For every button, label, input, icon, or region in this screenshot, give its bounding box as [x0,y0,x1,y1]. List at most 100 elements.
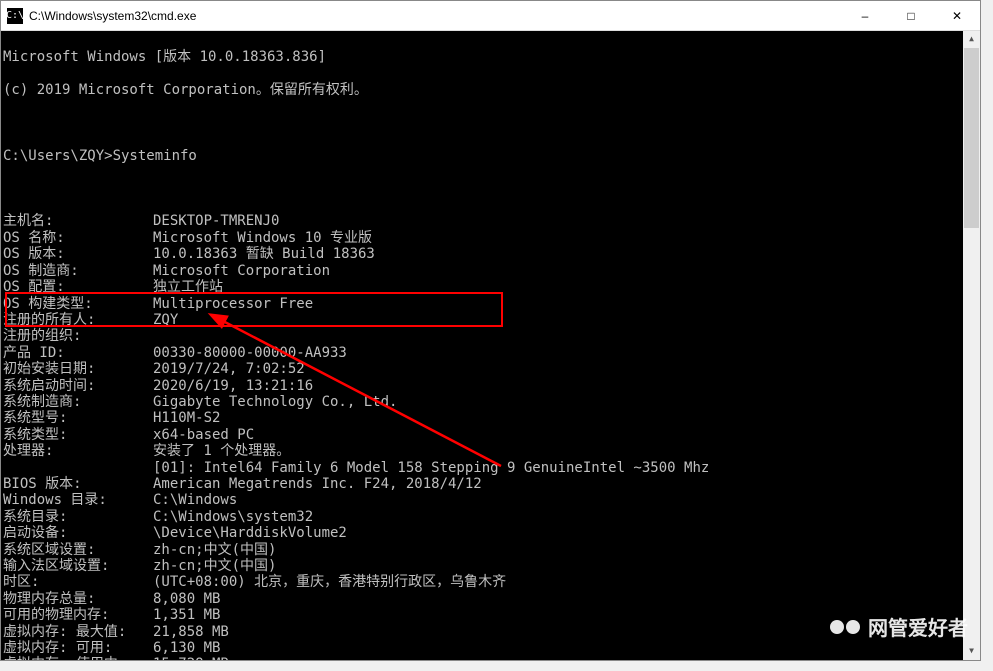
info-label: 注册的所有人: [3,312,153,328]
info-row: OS 构建类型:Multiprocessor Free [3,296,980,312]
info-value: zh-cn;中文(中国) [153,558,276,574]
info-label: 系统启动时间: [3,378,153,394]
window-title: C:\Windows\system32\cmd.exe [29,9,842,23]
info-label: 产品 ID: [3,345,153,361]
info-row: 系统启动时间:2020/6/19, 13:21:16 [3,378,980,394]
cmd-window: C:\ C:\Windows\system32\cmd.exe ‒ □ ✕ Mi… [0,0,981,661]
info-value: Microsoft Corporation [153,263,330,279]
info-value: Gigabyte Technology Co., Ltd. [153,394,397,410]
info-label: 虚拟内存: 可用: [3,640,153,656]
info-row: 物理内存总量:8,080 MB [3,591,980,607]
info-value: [01]: Intel64 Family 6 Model 158 Steppin… [153,460,709,476]
info-value: (UTC+08:00) 北京，重庆，香港特别行政区，乌鲁木齐 [153,574,506,590]
info-row: 输入法区域设置:zh-cn;中文(中国) [3,558,980,574]
info-label: OS 制造商: [3,263,153,279]
info-label: 注册的组织: [3,328,153,344]
info-row: 系统型号:H110M-S2 [3,410,980,426]
info-row: [01]: Intel64 Family 6 Model 158 Steppin… [3,460,980,476]
info-row: 产品 ID:00330-80000-00000-AA933 [3,345,980,361]
info-value: 2019/7/24, 7:02:52 [153,361,305,377]
info-value: ZQY [153,312,178,328]
info-value: American Megatrends Inc. F24, 2018/4/12 [153,476,482,492]
info-value: Multiprocessor Free [153,296,313,312]
info-label: 虚拟内存: 使用中: [3,656,153,660]
info-label: 系统制造商: [3,394,153,410]
info-label: 输入法区域设置: [3,558,153,574]
info-value: 6,130 MB [153,640,220,656]
info-value: zh-cn;中文(中国) [153,542,276,558]
prompt-command: Systeminfo [113,148,197,164]
info-label: OS 版本: [3,246,153,262]
info-label: 主机名: [3,213,153,229]
info-value: \Device\HarddiskVolume2 [153,525,347,541]
info-row: 虚拟内存: 可用:6,130 MB [3,640,980,656]
info-label: 系统区域设置: [3,542,153,558]
info-row: OS 版本:10.0.18363 暂缺 Build 18363 [3,246,980,262]
info-row: 系统制造商:Gigabyte Technology Co., Ltd. [3,394,980,410]
info-row: 虚拟内存: 使用中:15,728 MB [3,656,980,660]
window-controls: ‒ □ ✕ [842,1,980,30]
info-label: BIOS 版本: [3,476,153,492]
info-row: 注册的组织: [3,328,980,344]
watermark-text: 网管爱好者 [868,621,968,637]
info-row: OS 名称:Microsoft Windows 10 专业版 [3,230,980,246]
scrollbar[interactable]: ▲ ▼ [963,31,980,660]
info-label: OS 名称: [3,230,153,246]
info-value: C:\Windows [153,492,237,508]
info-value: C:\Windows\system32 [153,509,313,525]
info-row: 系统目录:C:\Windows\system32 [3,509,980,525]
info-value: DESKTOP-TMRENJ0 [153,213,279,229]
info-value: 00330-80000-00000-AA933 [153,345,347,361]
info-value: 2020/6/19, 13:21:16 [153,378,313,394]
titlebar[interactable]: C:\ C:\Windows\system32\cmd.exe ‒ □ ✕ [1,1,980,31]
info-value: x64-based PC [153,427,254,443]
info-label: 可用的物理内存: [3,607,153,623]
info-label: 处理器: [3,443,153,459]
info-value: 21,858 MB [153,624,229,640]
maximize-button[interactable]: □ [888,1,934,30]
info-label: 启动设备: [3,525,153,541]
info-row: 主机名:DESKTOP-TMRENJ0 [3,213,980,229]
info-label: Windows 目录: [3,492,153,508]
wechat-icon [830,617,860,642]
info-row: 处理器:安装了 1 个处理器。 [3,443,980,459]
info-label: 初始安装日期: [3,361,153,377]
header-line: Microsoft Windows [版本 10.0.18363.836] [3,49,980,65]
cmd-icon: C:\ [7,8,23,24]
info-row: OS 制造商:Microsoft Corporation [3,263,980,279]
info-value: 安装了 1 个处理器。 [153,443,290,459]
info-value: 8,080 MB [153,591,220,607]
info-row: BIOS 版本:American Megatrends Inc. F24, 20… [3,476,980,492]
info-value: H110M-S2 [153,410,220,426]
info-value: 10.0.18363 暂缺 Build 18363 [153,246,375,262]
info-row: OS 配置:独立工作站 [3,279,980,295]
scroll-thumb[interactable] [964,48,979,228]
info-value: Microsoft Windows 10 专业版 [153,230,372,246]
info-label: 时区: [3,574,153,590]
blank-line [3,115,980,131]
info-value: 15,728 MB [153,656,229,660]
terminal-output[interactable]: Microsoft Windows [版本 10.0.18363.836] (c… [1,31,980,660]
scroll-up-button[interactable]: ▲ [963,31,980,48]
info-row: 时区:(UTC+08:00) 北京，重庆，香港特别行政区，乌鲁木齐 [3,574,980,590]
info-row: 系统区域设置:zh-cn;中文(中国) [3,542,980,558]
info-value: 1,351 MB [153,607,220,623]
minimize-button[interactable]: ‒ [842,1,888,30]
header-line: (c) 2019 Microsoft Corporation。保留所有权利。 [3,82,980,98]
info-row: 注册的所有人:ZQY [3,312,980,328]
info-row: 启动设备:\Device\HarddiskVolume2 [3,525,980,541]
blank-line [3,181,980,197]
info-row: 初始安装日期:2019/7/24, 7:02:52 [3,361,980,377]
info-label: 系统目录: [3,509,153,525]
info-value: 独立工作站 [153,279,223,295]
close-button[interactable]: ✕ [934,1,980,30]
info-label: 系统型号: [3,410,153,426]
info-label: 系统类型: [3,427,153,443]
info-label: 物理内存总量: [3,591,153,607]
info-label: 虚拟内存: 最大值: [3,624,153,640]
prompt-path: C:\Users\ZQY> [3,148,113,164]
prompt-line: C:\Users\ZQY>Systeminfo [3,148,980,164]
scroll-down-button[interactable]: ▼ [963,643,980,660]
info-label: OS 构建类型: [3,296,153,312]
info-row: Windows 目录:C:\Windows [3,492,980,508]
